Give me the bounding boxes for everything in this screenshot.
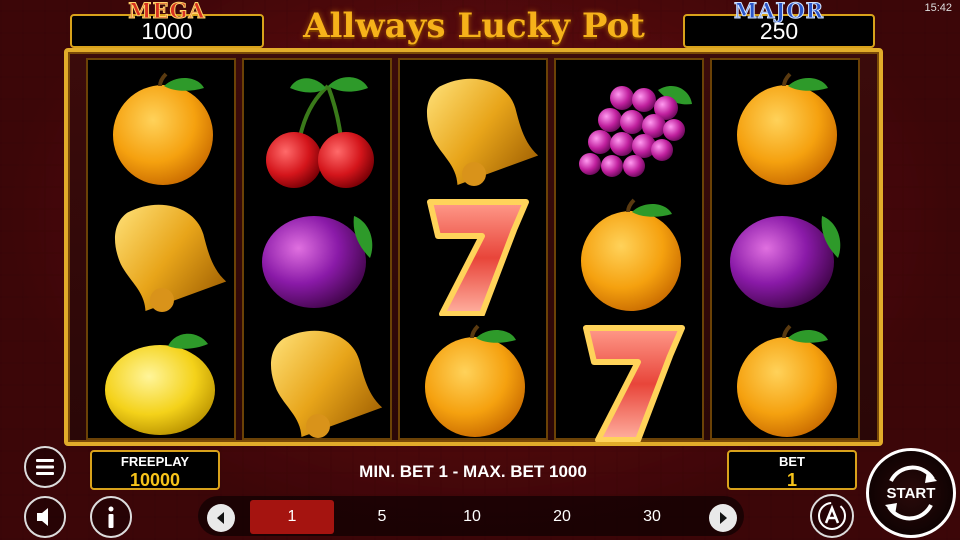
bet-option-30[interactable]: 30: [610, 500, 694, 534]
orange-symbol: [425, 324, 525, 437]
mega-jackpot: 1000 MEGA: [70, 0, 264, 48]
game-title: Allways Lucky Pot: [303, 6, 645, 46]
info-button[interactable]: [90, 496, 132, 538]
seven-symbol: [583, 325, 685, 442]
bet-option-10[interactable]: 10: [430, 500, 514, 534]
bet-option-5[interactable]: 5: [340, 500, 424, 534]
speaker-icon: [37, 508, 48, 526]
seven-symbol: [427, 199, 529, 316]
major-jackpot: 250 MAJOR: [683, 0, 875, 48]
bell-symbol: [115, 204, 227, 312]
grape-symbol: [579, 85, 692, 177]
plum-symbol: [262, 216, 373, 308]
chevron-left-icon: [217, 512, 224, 524]
lemon-symbol: [105, 333, 215, 435]
major-jackpot-title: MAJOR: [733, 0, 825, 24]
bet-prev-button[interactable]: [207, 504, 235, 532]
mega-jackpot-title: MEGA: [128, 0, 206, 24]
reel-4: [554, 58, 704, 442]
menu-icon: [36, 459, 54, 475]
orange-symbol: [581, 198, 681, 311]
bell-symbol: [427, 78, 539, 186]
sound-button[interactable]: [24, 496, 66, 538]
freeplay-value: 10000: [129, 470, 181, 490]
reel-3: [398, 58, 548, 440]
bet-option-1[interactable]: 1: [250, 500, 334, 534]
reel-1: [86, 58, 236, 440]
reel-2: [242, 58, 392, 440]
bell-symbol: [271, 330, 383, 438]
plum-symbol: [730, 216, 841, 308]
freeplay-label: FREEPLAY: [120, 454, 190, 469]
orange-symbol: [737, 324, 837, 437]
menu-button[interactable]: [24, 446, 66, 488]
cherry-symbol: [266, 77, 374, 188]
autoplay-button[interactable]: [810, 494, 854, 538]
info-icon: [108, 506, 114, 528]
freeplay-box: FREEPLAY 10000: [90, 450, 220, 490]
bet-box: BET 1: [727, 450, 857, 490]
bet-option-20[interactable]: 20: [520, 500, 604, 534]
orange-symbol: [737, 72, 837, 185]
bet-label: BET: [779, 454, 805, 469]
reel-frame: [64, 48, 883, 446]
bet-range-text: MIN. BET 1 - MAX. BET 1000: [359, 462, 587, 481]
orange-symbol: [113, 72, 213, 185]
reel-5: [710, 58, 860, 440]
chevron-right-icon: [720, 512, 727, 524]
bet-value: 1: [786, 470, 797, 490]
start-label: START: [886, 485, 936, 502]
bet-next-button[interactable]: [709, 504, 737, 532]
status-clock: 15:42: [924, 2, 952, 14]
autoplay-icon: [818, 502, 846, 530]
start-button[interactable]: START: [866, 448, 956, 538]
